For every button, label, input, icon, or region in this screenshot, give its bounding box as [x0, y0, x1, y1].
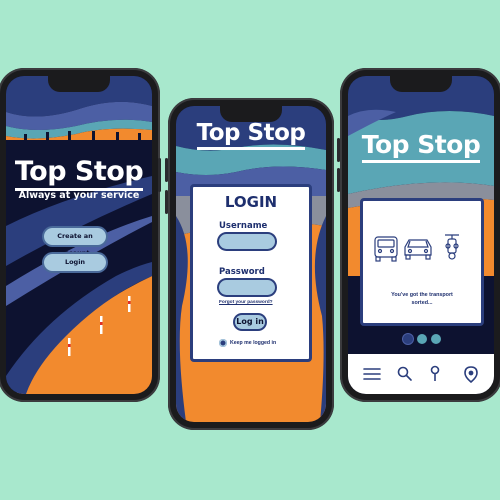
onboarding-screen: Top Stop You've got the transport sorted…: [348, 76, 494, 394]
keep-logged-in-label: Keep me logged in: [230, 339, 277, 346]
volume-button: [165, 190, 168, 214]
van-icon: [374, 236, 398, 262]
phone-onboarding: Top Stop You've got the transport sorted…: [337, 68, 500, 402]
onboarding-message-line: sorted...: [411, 300, 433, 306]
volume-button: [337, 168, 340, 192]
phone-notch: [390, 76, 452, 92]
password-label: Password: [219, 267, 265, 277]
welcome-screen: Top Stop Always at your service Create a…: [6, 76, 152, 394]
phone-login: Top Stop LOGIN Username Password Forgot …: [165, 98, 334, 430]
keep-logged-in-checkbox[interactable]: [219, 339, 227, 347]
brand-title: Top Stop: [176, 120, 326, 150]
username-input[interactable]: [219, 234, 275, 249]
volume-button: [165, 158, 168, 182]
pager-dot[interactable]: [417, 334, 427, 344]
phone-notch: [48, 76, 110, 92]
login-button[interactable]: Login: [44, 254, 106, 271]
scooter-icon: [445, 234, 459, 260]
power-button: [158, 158, 161, 192]
onboarding-message: You've got the transport sorted...: [363, 291, 481, 307]
phone-notch: [220, 106, 282, 122]
car-icon: [404, 239, 432, 260]
location-nav-button[interactable]: [424, 364, 446, 386]
onboarding-message-line: You've got the transport: [391, 292, 453, 298]
login-card: LOGIN Username Password Forgot your pass…: [190, 184, 312, 362]
pager-dot-active[interactable]: [403, 334, 413, 344]
login-heading: LOGIN: [224, 193, 278, 211]
onboarding-card: You've got the transport sorted...: [360, 198, 484, 326]
transport-illustration: [374, 234, 459, 262]
log-in-button[interactable]: Log in: [235, 315, 265, 329]
bottom-navigation: [348, 354, 494, 394]
tagline: Always at your service: [18, 190, 140, 201]
pager-dot[interactable]: [431, 334, 441, 344]
phone-welcome: Top Stop Always at your service Create a…: [0, 68, 161, 402]
search-nav-button[interactable]: [394, 364, 416, 386]
favorites-nav-button[interactable]: [460, 364, 482, 386]
menu-nav-button[interactable]: [360, 364, 384, 386]
username-label: Username: [219, 221, 268, 231]
volume-button: [337, 138, 340, 162]
password-input[interactable]: [219, 280, 275, 295]
brand-title: Top Stop: [6, 156, 152, 191]
forgot-password-link[interactable]: Forgot your password?: [219, 300, 273, 305]
login-screen: Top Stop LOGIN Username Password Forgot …: [176, 106, 326, 422]
create-account-button[interactable]: Create an account: [44, 228, 106, 257]
brand-title: Top Stop: [348, 130, 494, 163]
